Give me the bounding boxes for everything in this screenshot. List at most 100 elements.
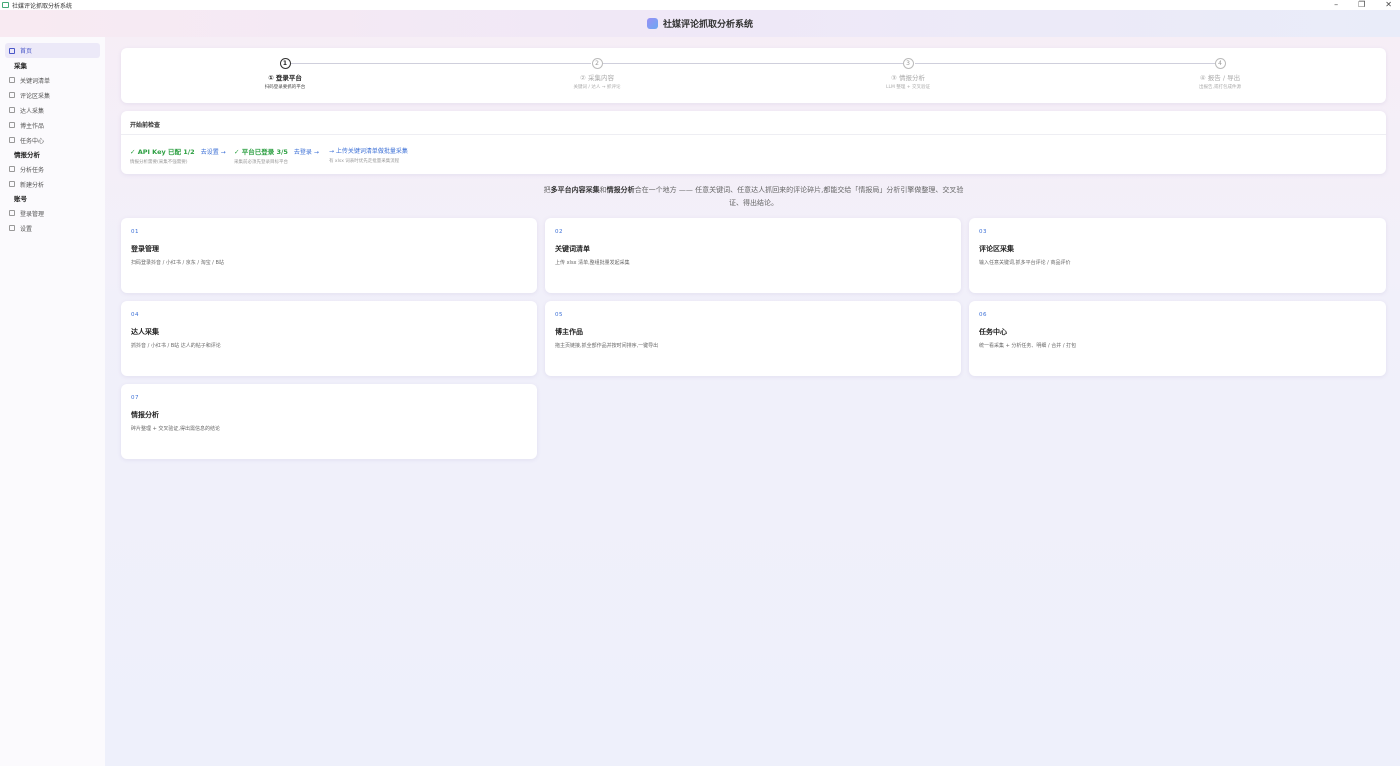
- platform-login-status: ✓ 平台已登录 3/5: [234, 148, 288, 156]
- module-card-blogger-works[interactable]: 05 博主作品 拖主页链接,抓全部作品并按时间排序,一键导出: [545, 301, 961, 376]
- sidebar-item-task-center[interactable]: 任务中心: [5, 133, 100, 147]
- app-title: 社媒评论抓取分析系统: [662, 20, 753, 30]
- intro-mid: 和: [599, 186, 607, 194]
- close-icon[interactable]: ✕: [1385, 0, 1392, 10]
- module-card-keywords[interactable]: 02 关键词清单 上传 xlsx 清单,整组批量发起采集: [545, 218, 961, 293]
- intro-post: 合在一个地方 —— 任意关键词、任意达人抓回来的评论碎片,都能交给「情报局」分析…: [634, 186, 964, 207]
- maximize-icon[interactable]: ❐: [1358, 0, 1365, 10]
- list-icon: [9, 77, 15, 83]
- chart-icon: [9, 166, 15, 172]
- intro-pre: 把: [543, 186, 551, 194]
- sidebar: 首页 采集 关键词清单 评论区采集 达人采集 博主作品 任务中心 情报分析 分析…: [0, 37, 105, 766]
- sidebar-item-login-manage[interactable]: 登录管理: [5, 206, 100, 220]
- module-desc: 抓抖音 / 小红书 / B站 达人的帖子和评论: [131, 343, 221, 349]
- minimize-icon[interactable]: –: [1334, 0, 1338, 10]
- module-title: 达人采集: [131, 328, 159, 336]
- key-icon: [9, 210, 15, 216]
- sidebar-group-account: 账号: [14, 195, 27, 203]
- sidebar-item-keywords[interactable]: 关键词清单: [5, 73, 100, 87]
- module-title: 关键词清单: [555, 245, 590, 253]
- module-card-influencers[interactable]: 04 达人采集 抓抖音 / 小红书 / B站 达人的帖子和评论: [121, 301, 537, 376]
- step-number: 2: [591, 58, 603, 69]
- step-label: ④ 报告 / 导出: [1199, 74, 1241, 82]
- window-title: 社媒评论抓取分析系统: [12, 2, 73, 10]
- step-collect[interactable]: 2 ② 采集内容 关键词 / 达人 → 抓评论: [537, 58, 657, 90]
- user-icon: [9, 107, 15, 113]
- sidebar-item-comments[interactable]: 评论区采集: [5, 88, 100, 102]
- step-sub: 关键词 / 达人 → 抓评论: [573, 85, 621, 90]
- sidebar-item-label: 任务中心: [20, 137, 45, 145]
- home-icon: [9, 47, 15, 54]
- module-title: 任务中心: [979, 328, 1007, 336]
- step-label: ③ 情报分析: [891, 74, 925, 82]
- module-card-analysis[interactable]: 07 情报分析 碎片整理 + 交叉验证,得出需信息的结论: [121, 384, 537, 459]
- sidebar-item-label: 登录管理: [20, 210, 45, 218]
- step-report[interactable]: 4 ④ 报告 / 导出 出报告,或打包成件源: [1160, 58, 1280, 90]
- step-label: ① 登录平台: [268, 74, 302, 82]
- activity-icon: [9, 137, 15, 143]
- module-desc: 碎片整理 + 交叉验证,得出需信息的结论: [131, 426, 220, 432]
- sidebar-item-label: 关键词清单: [20, 77, 51, 85]
- sidebar-item-label: 新建分析: [20, 181, 45, 189]
- api-key-hint: 情报分析需要(采集不强需要): [130, 160, 188, 165]
- sidebar-item-label: 博主作品: [20, 122, 45, 130]
- step-number: 1: [279, 58, 291, 69]
- module-title: 博主作品: [555, 328, 583, 336]
- app-logo-icon: [646, 18, 658, 29]
- window-titlebar: 社媒评论抓取分析系统 – ❐ ✕: [0, 0, 1400, 10]
- module-title: 情报分析: [131, 411, 159, 419]
- upload-keywords-hint: 有 xlsx 词表时优先走批量采集流程: [329, 159, 400, 164]
- main-content: 1 ① 登录平台 扫码登录要抓的平台 2 ② 采集内容 关键词 / 达人 → 抓…: [121, 48, 1386, 459]
- sidebar-group-collect: 采集: [14, 62, 27, 70]
- plus-circle-icon: [9, 181, 15, 187]
- module-desc: 扫码登录抖音 / 小红书 / 京东 / 淘宝 / B站: [131, 260, 224, 266]
- intro-bold-collect: 多平台内容采集: [550, 186, 600, 194]
- module-card-comments[interactable]: 03 评论区采集 输入任意关键词,抓多平台评论 / 商品评价: [969, 218, 1386, 293]
- sidebar-item-label: 设置: [20, 225, 33, 233]
- precheck-panel: 开始前检查 ✓ API Key 已配 1/2 去设置 → 情报分析需要(采集不强…: [121, 111, 1386, 174]
- module-number: 01: [131, 229, 139, 235]
- progress-steps: 1 ① 登录平台 扫码登录要抓的平台 2 ② 采集内容 关键词 / 达人 → 抓…: [121, 48, 1386, 103]
- upload-keywords-link[interactable]: → 上传关键词清单做批量采集: [329, 146, 408, 155]
- sidebar-item-label: 达人采集: [20, 107, 45, 115]
- module-grid: 01 登录管理 扫码登录抖音 / 小红书 / 京东 / 淘宝 / B站 02 关…: [121, 218, 1386, 459]
- platform-login-hint: 采集前必须先登录目标平台: [234, 160, 288, 165]
- sidebar-item-label: 首页: [20, 48, 33, 55]
- module-number: 06: [979, 312, 987, 318]
- step-number: 4: [1214, 58, 1226, 69]
- module-desc: 输入任意关键词,抓多平台评论 / 商品评价: [979, 260, 1071, 266]
- module-number: 05: [555, 312, 563, 318]
- module-desc: 统一看采集 + 分析任务、明细 / 合并 / 打包: [979, 343, 1077, 349]
- module-number: 03: [979, 229, 987, 235]
- check-upload-keywords: → 上传关键词清单做批量采集 有 xlsx 词表时优先走批量采集流程: [329, 146, 408, 164]
- go-login-link[interactable]: 去登录 →: [294, 147, 319, 156]
- precheck-title: 开始前检查: [130, 122, 161, 129]
- module-title: 评论区采集: [979, 245, 1014, 253]
- module-desc: 上传 xlsx 清单,整组批量发起采集: [555, 260, 630, 266]
- sidebar-item-blogger-works[interactable]: 博主作品: [5, 118, 100, 132]
- sidebar-item-new-analysis[interactable]: 新建分析: [5, 177, 100, 191]
- step-sub: LLM 整理 + 交叉验证: [886, 85, 930, 90]
- check-platform-login: ✓ 平台已登录 3/5 去登录 → 采集前必须先登录目标平台: [234, 146, 319, 165]
- module-number: 07: [131, 395, 139, 401]
- sidebar-item-settings[interactable]: 设置: [5, 221, 100, 235]
- step-label: ② 采集内容: [580, 74, 614, 82]
- sidebar-item-label: 评论区采集: [20, 92, 51, 100]
- divider: [121, 134, 1386, 135]
- sidebar-item-home[interactable]: 首页: [5, 43, 100, 58]
- sidebar-item-analysis-tasks[interactable]: 分析任务: [5, 162, 100, 176]
- module-card-login[interactable]: 01 登录管理 扫码登录抖音 / 小红书 / 京东 / 淘宝 / B站: [121, 218, 537, 293]
- step-sub: 出报告,或打包成件源: [1199, 85, 1241, 90]
- module-number: 04: [131, 312, 139, 318]
- step-analysis[interactable]: 3 ③ 情报分析 LLM 整理 + 交叉验证: [848, 58, 968, 90]
- check-api-key: ✓ API Key 已配 1/2 去设置 → 情报分析需要(采集不强需要): [130, 146, 226, 165]
- module-card-task-center[interactable]: 06 任务中心 统一看采集 + 分析任务、明细 / 合并 / 打包: [969, 301, 1386, 376]
- module-number: 02: [555, 229, 563, 235]
- step-number: 3: [902, 58, 914, 69]
- step-login[interactable]: 1 ① 登录平台 扫码登录要抓的平台: [225, 58, 345, 90]
- window-controls: – ❐ ✕: [1334, 0, 1392, 10]
- api-key-status: ✓ API Key 已配 1/2: [130, 148, 195, 156]
- go-settings-link[interactable]: 去设置 →: [201, 147, 226, 156]
- sidebar-item-influencers[interactable]: 达人采集: [5, 103, 100, 117]
- step-sub: 扫码登录要抓的平台: [264, 85, 306, 90]
